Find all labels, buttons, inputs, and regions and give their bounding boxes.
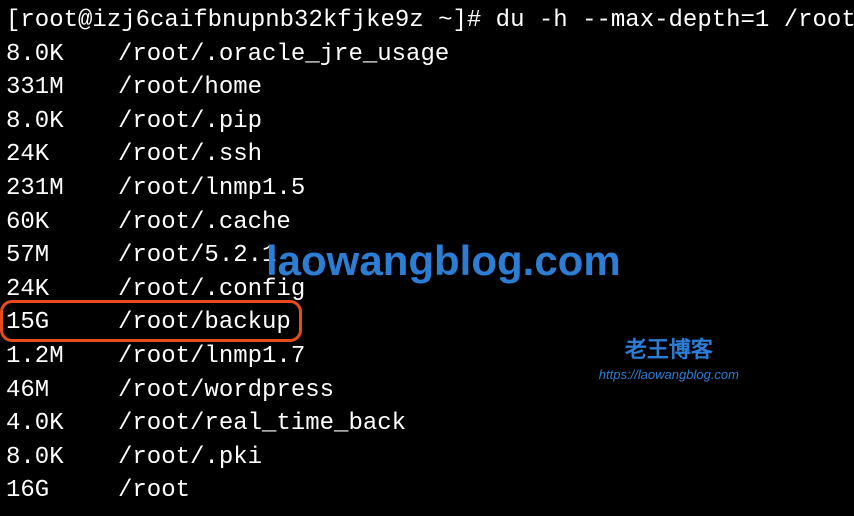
size-value: 24K <box>6 138 118 172</box>
size-value: 57M <box>6 239 118 273</box>
output-line: 8.0K/root/.pip <box>6 105 848 139</box>
size-value: 8.0K <box>6 38 118 72</box>
path-value: /root/.pki <box>118 441 262 475</box>
size-value: 331M <box>6 71 118 105</box>
output-line: 231M/root/lnmp1.5 <box>6 172 848 206</box>
path-value: /root/.config <box>118 273 305 307</box>
size-value: 1.2M <box>6 340 118 374</box>
path-value: /root/lnmp1.5 <box>118 172 305 206</box>
path-value: /root/backup <box>118 306 291 340</box>
terminal-prompt-line: [root@izj6caifbnupnb32kfjke9z ~]# du -h … <box>6 4 848 38</box>
path-value: /root/real_time_back <box>118 407 406 441</box>
size-value: 16G <box>6 474 118 508</box>
output-line: 8.0K/root/.pki <box>6 441 848 475</box>
output-line: 16G/root <box>6 474 848 508</box>
output-line: 1.2M/root/lnmp1.7 <box>6 340 848 374</box>
path-value: /root/.oracle_jre_usage <box>118 38 449 72</box>
size-value: 24K <box>6 273 118 307</box>
output-line: 4.0K/root/real_time_back <box>6 407 848 441</box>
output-line: 8.0K/root/.oracle_jre_usage <box>6 38 848 72</box>
output-line: 60K/root/.cache <box>6 206 848 240</box>
terminal-output: 8.0K/root/.oracle_jre_usage331M/root/hom… <box>6 38 848 508</box>
path-value: /root/home <box>118 71 262 105</box>
output-line: 15G/root/backup <box>6 306 848 340</box>
path-value: /root <box>118 474 190 508</box>
output-line: 24K/root/.config <box>6 273 848 307</box>
size-value: 4.0K <box>6 407 118 441</box>
output-line: 46M/root/wordpress <box>6 374 848 408</box>
size-value: 8.0K <box>6 105 118 139</box>
path-value: /root/lnmp1.7 <box>118 340 305 374</box>
size-value: 60K <box>6 206 118 240</box>
size-value: 231M <box>6 172 118 206</box>
output-line: 24K/root/.ssh <box>6 138 848 172</box>
path-value: /root/.cache <box>118 206 291 240</box>
size-value: 15G <box>6 306 118 340</box>
path-value: /root/.pip <box>118 105 262 139</box>
output-line: 57M/root/5.2.1 <box>6 239 848 273</box>
size-value: 8.0K <box>6 441 118 475</box>
path-value: /root/wordpress <box>118 374 334 408</box>
size-value: 46M <box>6 374 118 408</box>
output-line: 331M/root/home <box>6 71 848 105</box>
path-value: /root/5.2.1 <box>118 239 276 273</box>
path-value: /root/.ssh <box>118 138 262 172</box>
